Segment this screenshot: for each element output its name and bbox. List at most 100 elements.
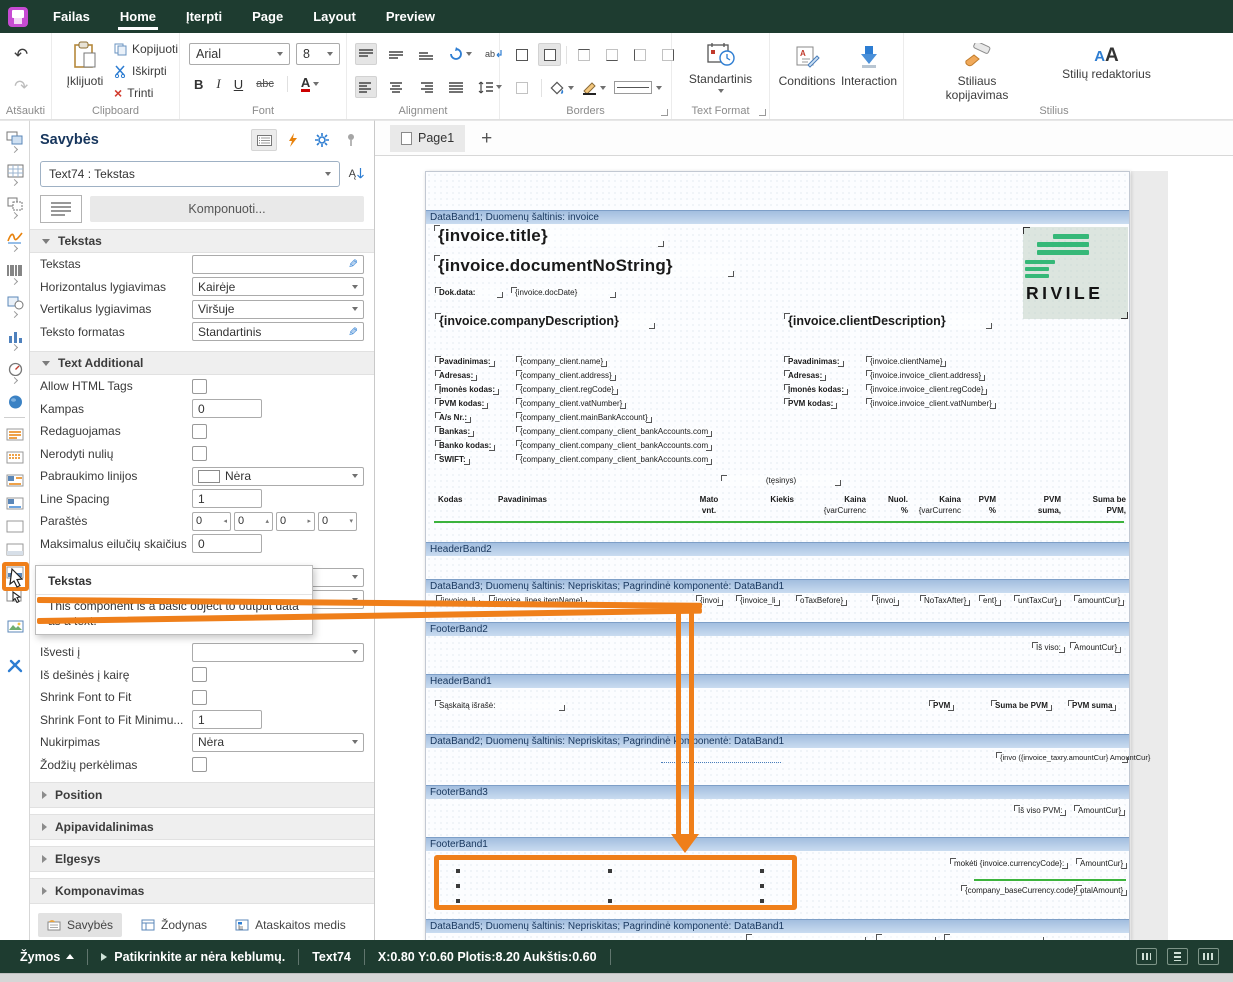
expand-chevron-icon[interactable] <box>11 278 18 285</box>
align-bottom-button[interactable] <box>415 43 437 65</box>
expand-chevron-icon[interactable] <box>11 377 18 384</box>
app-logo-icon[interactable] <box>8 7 28 27</box>
fit-page-icon[interactable] <box>1167 948 1188 965</box>
border-style-select[interactable] <box>614 81 662 94</box>
interaction-button[interactable]: Interaction <box>840 45 898 88</box>
fit-width-icon[interactable] <box>1136 948 1157 965</box>
style-copy-button[interactable]: Stiliauskopijavimas <box>932 43 1022 102</box>
field-value[interactable]: {company_client.vatNumber} <box>516 398 626 409</box>
band-footerband3[interactable]: FooterBand3 <box>426 785 1129 799</box>
field-label[interactable]: Bankas: <box>435 426 474 437</box>
vertical-align-select[interactable]: Viršuje <box>192 300 364 319</box>
settings-gear-icon[interactable] <box>309 129 335 151</box>
field-client-description[interactable]: {invoice.clientDescription} <box>784 313 992 329</box>
col-header-pvm-suma[interactable]: PVMsuma, <box>1001 494 1061 516</box>
band-report-title-icon[interactable] <box>5 425 25 443</box>
field-value[interactable]: {company_client.company_client_bankAccou… <box>516 426 712 437</box>
text-lines-icon[interactable] <box>40 195 82 223</box>
shape-tool-icon[interactable] <box>5 294 25 312</box>
section-apipavidalinimas[interactable]: Apipavidalinimas <box>30 814 374 840</box>
band-databand1[interactable]: DataBand1; Duomenų šaltinis: invoice <box>426 210 1129 224</box>
events-lightning-icon[interactable] <box>280 129 306 151</box>
tab-zodynas[interactable]: Žodynas <box>132 913 216 937</box>
field-invoice-docno[interactable]: {invoice.documentNoString} <box>434 255 734 277</box>
text-format-button[interactable]: Standartinis <box>672 41 769 93</box>
sort-alpha-icon[interactable]: Ą <box>349 168 364 180</box>
tools-icon[interactable] <box>5 657 25 675</box>
rotate-text-button[interactable] <box>445 43 475 65</box>
align-top-button[interactable] <box>355 43 377 65</box>
field-fb2-value[interactable]: AmountCur} <box>1070 642 1121 653</box>
field-base-value[interactable]: otalAmount} <box>1076 885 1127 896</box>
field-docdate-label[interactable]: Dok.data: <box>435 287 503 298</box>
menu-iterpti[interactable]: Įterpti <box>171 0 237 33</box>
margin-bottom-input[interactable]: 0▾ <box>318 512 357 531</box>
band-footerband1[interactable]: FooterBand1 <box>426 837 1129 851</box>
field-invoice-title[interactable]: {invoice.title} <box>434 225 664 247</box>
font-family-select[interactable]: Arial <box>189 43 290 65</box>
field-pay-label[interactable]: mokėti {invoice.currencyCode}: <box>950 858 1068 869</box>
expand-chevron-icon[interactable] <box>11 212 18 219</box>
pin-icon[interactable] <box>338 129 364 151</box>
field-fb3-value[interactable]: AmountCur} <box>1074 805 1125 816</box>
field-label[interactable]: Įmonės kodas: <box>784 384 848 395</box>
clone-tool-icon[interactable] <box>5 195 25 213</box>
db3-token[interactable]: {invoi <box>872 595 899 606</box>
cut-button[interactable]: Iškirpti <box>114 64 167 78</box>
category-view-icon[interactable] <box>251 129 277 151</box>
align-left-button[interactable] <box>355 76 377 98</box>
field-hb1-pvm[interactable]: PVM <box>929 700 954 711</box>
menu-home[interactable]: Home <box>105 0 171 33</box>
field-hb1-suma-be[interactable]: Suma be PVM <box>991 700 1052 711</box>
kampas-input[interactable]: 0 <box>192 399 262 418</box>
band-databand3[interactable]: DataBand3; Duomenų šaltinis: Nepriskitas… <box>426 579 1129 593</box>
field-issued-by[interactable]: Sąskaitą išrašė: <box>435 700 565 711</box>
db3-token[interactable]: amountCur} <box>1074 595 1124 606</box>
text-format-dialog-launcher-icon[interactable] <box>759 109 766 116</box>
tekstas-input[interactable]: ✎ <box>192 255 364 274</box>
conditions-button[interactable]: A Conditions <box>778 45 836 88</box>
field-hb1-pvm-suma[interactable]: PVM suma <box>1068 700 1116 711</box>
italic-button[interactable]: I <box>216 76 220 92</box>
border-left-button[interactable] <box>628 43 651 66</box>
zoom-100-icon[interactable] <box>1198 948 1219 965</box>
db3-token[interactable]: oTaxBefore} <box>796 595 847 606</box>
section-komponavimas[interactable]: Komponavimas <box>30 878 374 904</box>
col-header-pvm-pct[interactable]: PVM% <box>963 494 996 516</box>
fill-color-button[interactable] <box>550 81 574 95</box>
tab-ataskaitos-medis[interactable]: Ataskaitos medis <box>226 913 355 937</box>
expand-chevron-icon[interactable] <box>11 311 18 318</box>
hide-zeros-checkbox[interactable] <box>192 446 207 461</box>
border-outside-button[interactable] <box>538 43 561 66</box>
field-value[interactable]: {invoice.invoice_client.vatNumber} <box>866 398 996 409</box>
field-label[interactable]: SWIFT: <box>435 454 470 465</box>
field-value[interactable]: {company_client.mainBankAccount} <box>516 412 652 423</box>
field-label[interactable]: PVM kodas: <box>784 398 837 409</box>
compose-button[interactable]: Komponuoti... <box>90 196 364 222</box>
field-value[interactable]: {company_client.regCode} <box>516 384 618 395</box>
field-fb2-label[interactable]: Iš viso: <box>1032 642 1065 653</box>
word-wrap-checkbox[interactable] <box>192 757 207 772</box>
component-selector[interactable]: Text74 : Tekstas <box>40 161 340 187</box>
band-footer-icon[interactable] <box>5 517 25 535</box>
field-label[interactable]: PVM kodas: <box>435 398 488 409</box>
border-top-button[interactable] <box>572 43 595 66</box>
band-databand5[interactable]: DataBand5; Duomenų šaltinis: Nepriskitas… <box>426 919 1129 933</box>
field-continuation[interactable]: (tęsinys) <box>721 475 841 486</box>
field-value[interactable]: {invoice.clientName} <box>866 356 946 367</box>
redo-icon[interactable]: ↷ <box>14 77 28 97</box>
table-tool-icon[interactable] <box>5 162 25 180</box>
horizontal-align-select[interactable]: Kairėje <box>192 277 364 296</box>
component-tool-icon[interactable] <box>5 129 25 147</box>
field-label[interactable]: Pavadinimas: <box>435 356 495 367</box>
field-value[interactable]: {company_client.name} <box>516 356 607 367</box>
underline-button[interactable]: U <box>234 77 243 92</box>
text-format-input[interactable]: Standartinis✎ <box>192 322 364 341</box>
field-label[interactable]: Įmonės kodas: <box>435 384 499 395</box>
pencil-icon[interactable]: ✎ <box>348 325 358 339</box>
shrink-min-input[interactable]: 1 <box>192 710 262 729</box>
border-color-button[interactable] <box>582 81 606 95</box>
section-tekstas[interactable]: Tekstas <box>30 229 374 253</box>
field-label[interactable]: Pavadinimas: <box>784 356 844 367</box>
field-docdate-value[interactable]: {invoice.docDate} <box>511 287 616 298</box>
